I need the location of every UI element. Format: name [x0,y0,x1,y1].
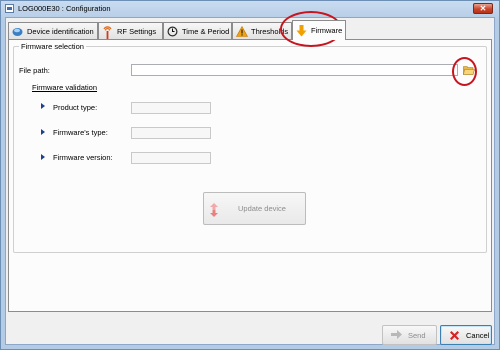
tab-label: Firmware [311,26,343,35]
cancel-label: Cancel [466,330,490,340]
tab-thresholds[interactable]: Thresholds [232,22,292,39]
tab-label: Device identification [27,26,94,36]
tab-device-identification[interactable]: Device identification [8,22,98,39]
cancel-button[interactable]: Cancel [440,325,492,345]
warning-triangle-icon [236,25,248,37]
product-type-field [131,102,211,114]
window-close-button[interactable]: ✕ [473,3,493,14]
send-arrow-icon [391,329,402,341]
bullet-icon [41,129,45,135]
bullet-icon [41,103,45,109]
file-path-input[interactable] [131,64,458,76]
update-device-button[interactable]: Update device [203,192,306,225]
device-identification-icon [12,26,23,37]
update-arrow-icon [210,203,221,217]
browse-file-button[interactable] [460,63,476,77]
tab-label: RF Settings [117,26,157,36]
tab-strip: Device identification RF Settings Time &… [8,20,494,40]
group-title: Firmware selection [19,42,86,51]
app-window-icon [5,4,14,13]
firmware-type-label: Firmware's type: [53,128,108,137]
window-title: LOG000E30 : Configuration [18,4,111,13]
cancel-x-icon [449,330,460,341]
open-folder-icon [462,65,475,76]
tab-firmware[interactable]: Firmware [292,20,346,40]
firmware-type-field [131,127,211,139]
tab-rf-settings[interactable]: RF Settings [98,22,163,39]
tab-label: Thresholds [251,26,289,36]
product-type-label: Product type: [53,103,98,112]
download-arrow-icon [296,25,307,37]
clock-icon [167,26,178,37]
file-path-label: File path: [19,66,50,75]
tab-label: Time & Period [182,26,230,36]
title-bar[interactable]: LOG000E30 : Configuration ✕ [1,1,499,18]
configuration-window: LOG000E30 : Configuration ✕ Device ident… [0,0,500,350]
client-area: Device identification RF Settings Time &… [5,17,495,345]
rf-antenna-icon [102,25,113,39]
send-label: Send [408,330,426,340]
firmware-tab-page: Firmware selection File path: Firmware v… [8,39,492,312]
firmware-version-field [131,152,211,164]
tab-time-period[interactable]: Time & Period [163,22,232,39]
firmware-version-label: Firmware version: [53,153,113,162]
send-button[interactable]: Send [382,325,437,345]
bullet-icon [41,154,45,160]
update-device-label: Update device [238,204,286,213]
firmware-selection-group: Firmware selection File path: Firmware v… [13,42,487,253]
firmware-validation-link[interactable]: Firmware validation [32,83,97,92]
